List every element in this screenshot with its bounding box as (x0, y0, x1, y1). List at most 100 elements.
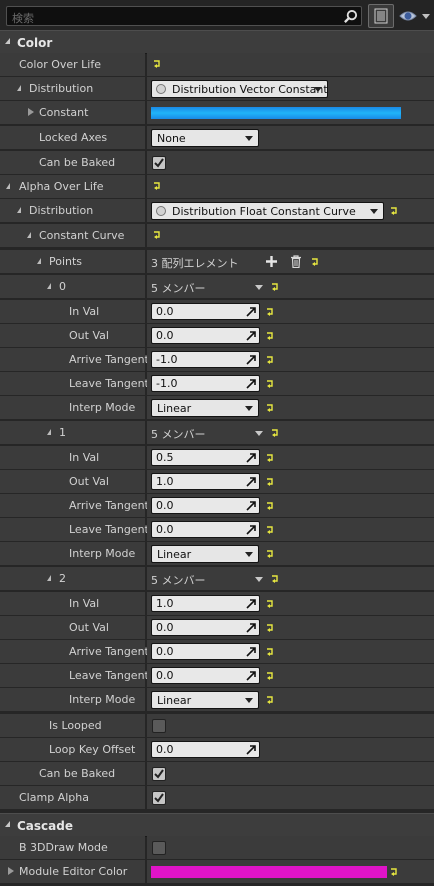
out-val-field[interactable]: 0.0 (151, 619, 260, 636)
label-is-looped: Is Looped (49, 719, 102, 732)
row-point-out-val: Out Val 0.0 (0, 324, 434, 348)
reset-icon[interactable] (271, 282, 280, 291)
chevron-down-icon (245, 698, 253, 703)
reset-icon[interactable] (266, 331, 275, 340)
reset-icon[interactable] (266, 355, 275, 364)
arrive-field[interactable]: 0.0 (151, 497, 260, 514)
reset-icon[interactable] (266, 599, 275, 608)
label-alpha-over-life: Alpha Over Life (19, 180, 104, 193)
reset-icon[interactable] (311, 257, 320, 266)
expand-arrow-icon[interactable] (6, 183, 10, 189)
reset-icon[interactable] (266, 453, 275, 462)
row-point-header: 1 5 メンバー (0, 421, 434, 445)
expand-arrow-icon[interactable] (47, 283, 51, 289)
reset-icon[interactable] (266, 549, 275, 558)
row-alpha-over-life: Alpha Over Life (0, 175, 434, 199)
row-alpha-distribution: Distribution Distribution Float Constant… (0, 199, 434, 223)
expand-arrow-icon[interactable] (8, 867, 14, 875)
property-matrix-button[interactable] (368, 4, 394, 28)
out-val-field[interactable]: 1.0 (151, 473, 260, 490)
field-value: 0.0 (156, 669, 174, 682)
expand-arrow-icon[interactable] (47, 429, 51, 435)
reset-icon[interactable] (153, 230, 162, 239)
reset-icon[interactable] (271, 428, 280, 437)
collapse-arrow-icon (5, 38, 10, 44)
alpha-distribution-combo[interactable]: Distribution Float Constant Curve (151, 202, 384, 220)
row-constant: Constant (0, 101, 434, 125)
row-is-looped: Is Looped (0, 714, 434, 738)
field-value: 0.0 (156, 621, 174, 634)
constant-color-swatch[interactable] (151, 107, 401, 119)
b3ddraw-mode-checkbox[interactable] (152, 841, 166, 855)
reset-icon[interactable] (266, 379, 275, 388)
add-element-icon[interactable] (266, 256, 277, 267)
expand-arrow-icon[interactable] (37, 258, 41, 264)
expand-arrow-icon[interactable] (27, 232, 31, 238)
expand-arrow-icon[interactable] (17, 85, 21, 91)
chevron-down-icon[interactable] (255, 577, 263, 582)
resize-arrow-icon (246, 671, 256, 681)
leave-field[interactable]: 0.0 (151, 521, 260, 538)
resize-arrow-icon (246, 525, 256, 535)
clamp-alpha-checkbox[interactable] (152, 791, 166, 805)
in-val-field[interactable]: 0.5 (151, 449, 260, 466)
category-title: Cascade (17, 819, 73, 833)
category-cascade[interactable]: Cascade (0, 813, 434, 837)
expand-arrow-icon[interactable] (47, 575, 51, 581)
expand-arrow-icon[interactable] (17, 207, 21, 213)
interp-mode-combo[interactable]: Linear (151, 545, 259, 563)
module-color-swatch[interactable] (151, 866, 387, 878)
reset-icon[interactable] (266, 403, 275, 412)
checkmark-icon (154, 158, 164, 168)
field-value: 1.0 (156, 475, 174, 488)
resize-arrow-icon (246, 623, 256, 633)
reset-icon[interactable] (153, 59, 162, 68)
interp-mode-combo[interactable]: Linear (151, 691, 259, 709)
arrive-field[interactable]: 0.0 (151, 643, 260, 660)
label-interp-mode: Interp Mode (69, 693, 136, 706)
out-val-field[interactable]: 0.0 (151, 327, 260, 344)
locked-axes-combo[interactable]: None (151, 129, 259, 147)
reset-icon[interactable] (266, 525, 275, 534)
chevron-down-icon (370, 209, 378, 214)
reset-icon[interactable] (266, 647, 275, 656)
reset-icon[interactable] (266, 671, 275, 680)
chevron-down-icon[interactable] (255, 285, 263, 290)
reset-icon[interactable] (153, 181, 162, 190)
in-val-field[interactable]: 1.0 (151, 595, 260, 612)
distribution-combo[interactable]: Distribution Vector Constant (151, 80, 328, 98)
in-val-field[interactable]: 0.0 (151, 303, 260, 320)
reset-icon[interactable] (266, 477, 275, 486)
search-input[interactable]: 検索 (6, 6, 362, 26)
view-options-button[interactable] (398, 6, 432, 26)
expand-arrow-icon[interactable] (28, 108, 34, 116)
reset-icon[interactable] (266, 623, 275, 632)
label-in-val: In Val (69, 597, 100, 610)
is-looped-checkbox[interactable] (152, 719, 166, 733)
leave-field[interactable]: -1.0 (151, 375, 260, 392)
leave-field[interactable]: 0.0 (151, 667, 260, 684)
row-alpha-can-be-baked: Can be Baked (0, 762, 434, 786)
label-out-val: Out Val (69, 621, 109, 634)
reset-icon[interactable] (271, 574, 280, 583)
interp-mode-combo[interactable]: Linear (151, 399, 259, 417)
loop-key-offset-field[interactable]: 0.0 (151, 741, 260, 758)
row-point-in-val: In Val 0.0 (0, 300, 434, 324)
row-distribution: Distribution Distribution Vector Constan… (0, 77, 434, 101)
reset-icon[interactable] (266, 501, 275, 510)
collapse-arrow-icon (5, 821, 10, 827)
search-icon (344, 9, 358, 23)
reset-icon[interactable] (266, 695, 275, 704)
field-value: 1.0 (156, 597, 174, 610)
arrive-field[interactable]: -1.0 (151, 351, 260, 368)
interp-mode-value: Linear (157, 402, 192, 415)
label-arrive: Arrive Tangent (69, 499, 149, 512)
reset-icon[interactable] (390, 867, 399, 876)
trash-icon[interactable] (290, 255, 302, 268)
category-color[interactable]: Color (0, 30, 434, 54)
chevron-down-icon[interactable] (255, 431, 263, 436)
alpha-can-be-baked-checkbox[interactable] (152, 767, 166, 781)
reset-icon[interactable] (266, 307, 275, 316)
can-be-baked-checkbox[interactable] (152, 156, 166, 170)
reset-icon[interactable] (390, 206, 399, 215)
